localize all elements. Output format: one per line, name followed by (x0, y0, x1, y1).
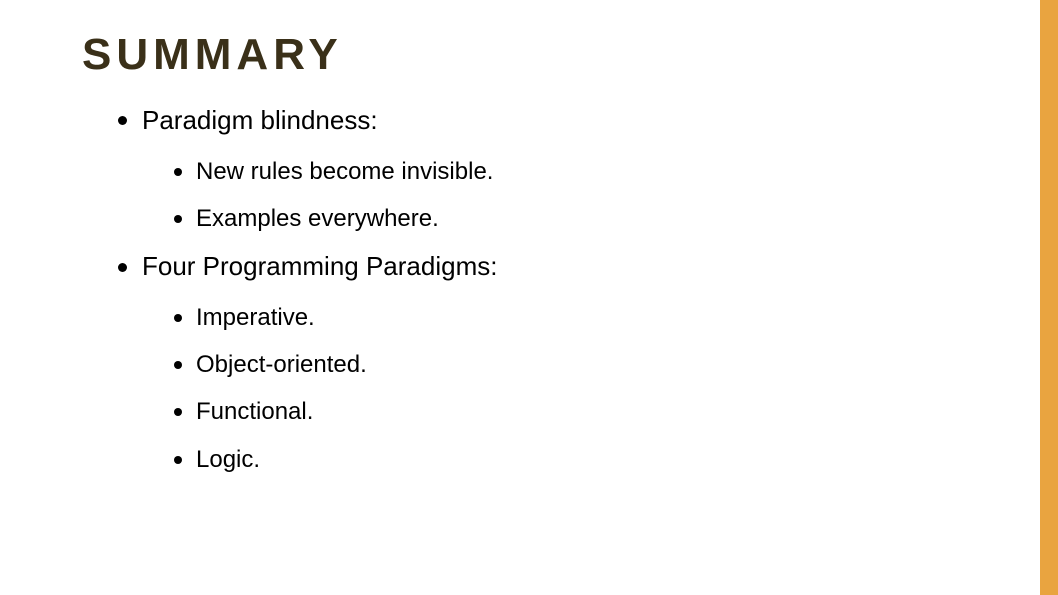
list-item-label: Object-oriented. (196, 351, 367, 378)
list-item: New rules become invisible. (174, 156, 998, 187)
slide-content: SUMMARY Paradigm blindness: New rules be… (0, 0, 1058, 531)
slide-title: SUMMARY (82, 30, 998, 80)
list-item-label: Four Programming Paradigms: (142, 251, 497, 281)
list-item-label: Examples everywhere. (196, 205, 439, 232)
list-item-label: Logic. (196, 446, 260, 473)
list-item: Imperative. (174, 302, 998, 333)
list-item: Examples everywhere. (174, 203, 998, 234)
list-item: Logic. (174, 444, 998, 475)
list-item-label: New rules become invisible. (196, 158, 493, 185)
list-item: Object-oriented. (174, 349, 998, 380)
list-item: Four Programming Paradigms: (118, 250, 998, 284)
list-item-label: Imperative. (196, 304, 315, 331)
list-item: Functional. (174, 396, 998, 427)
list-item: Paradigm blindness: (118, 104, 998, 138)
list-item-label: Paradigm blindness: (142, 105, 378, 135)
accent-stripe (1040, 0, 1058, 595)
list-item-label: Functional. (196, 398, 313, 425)
